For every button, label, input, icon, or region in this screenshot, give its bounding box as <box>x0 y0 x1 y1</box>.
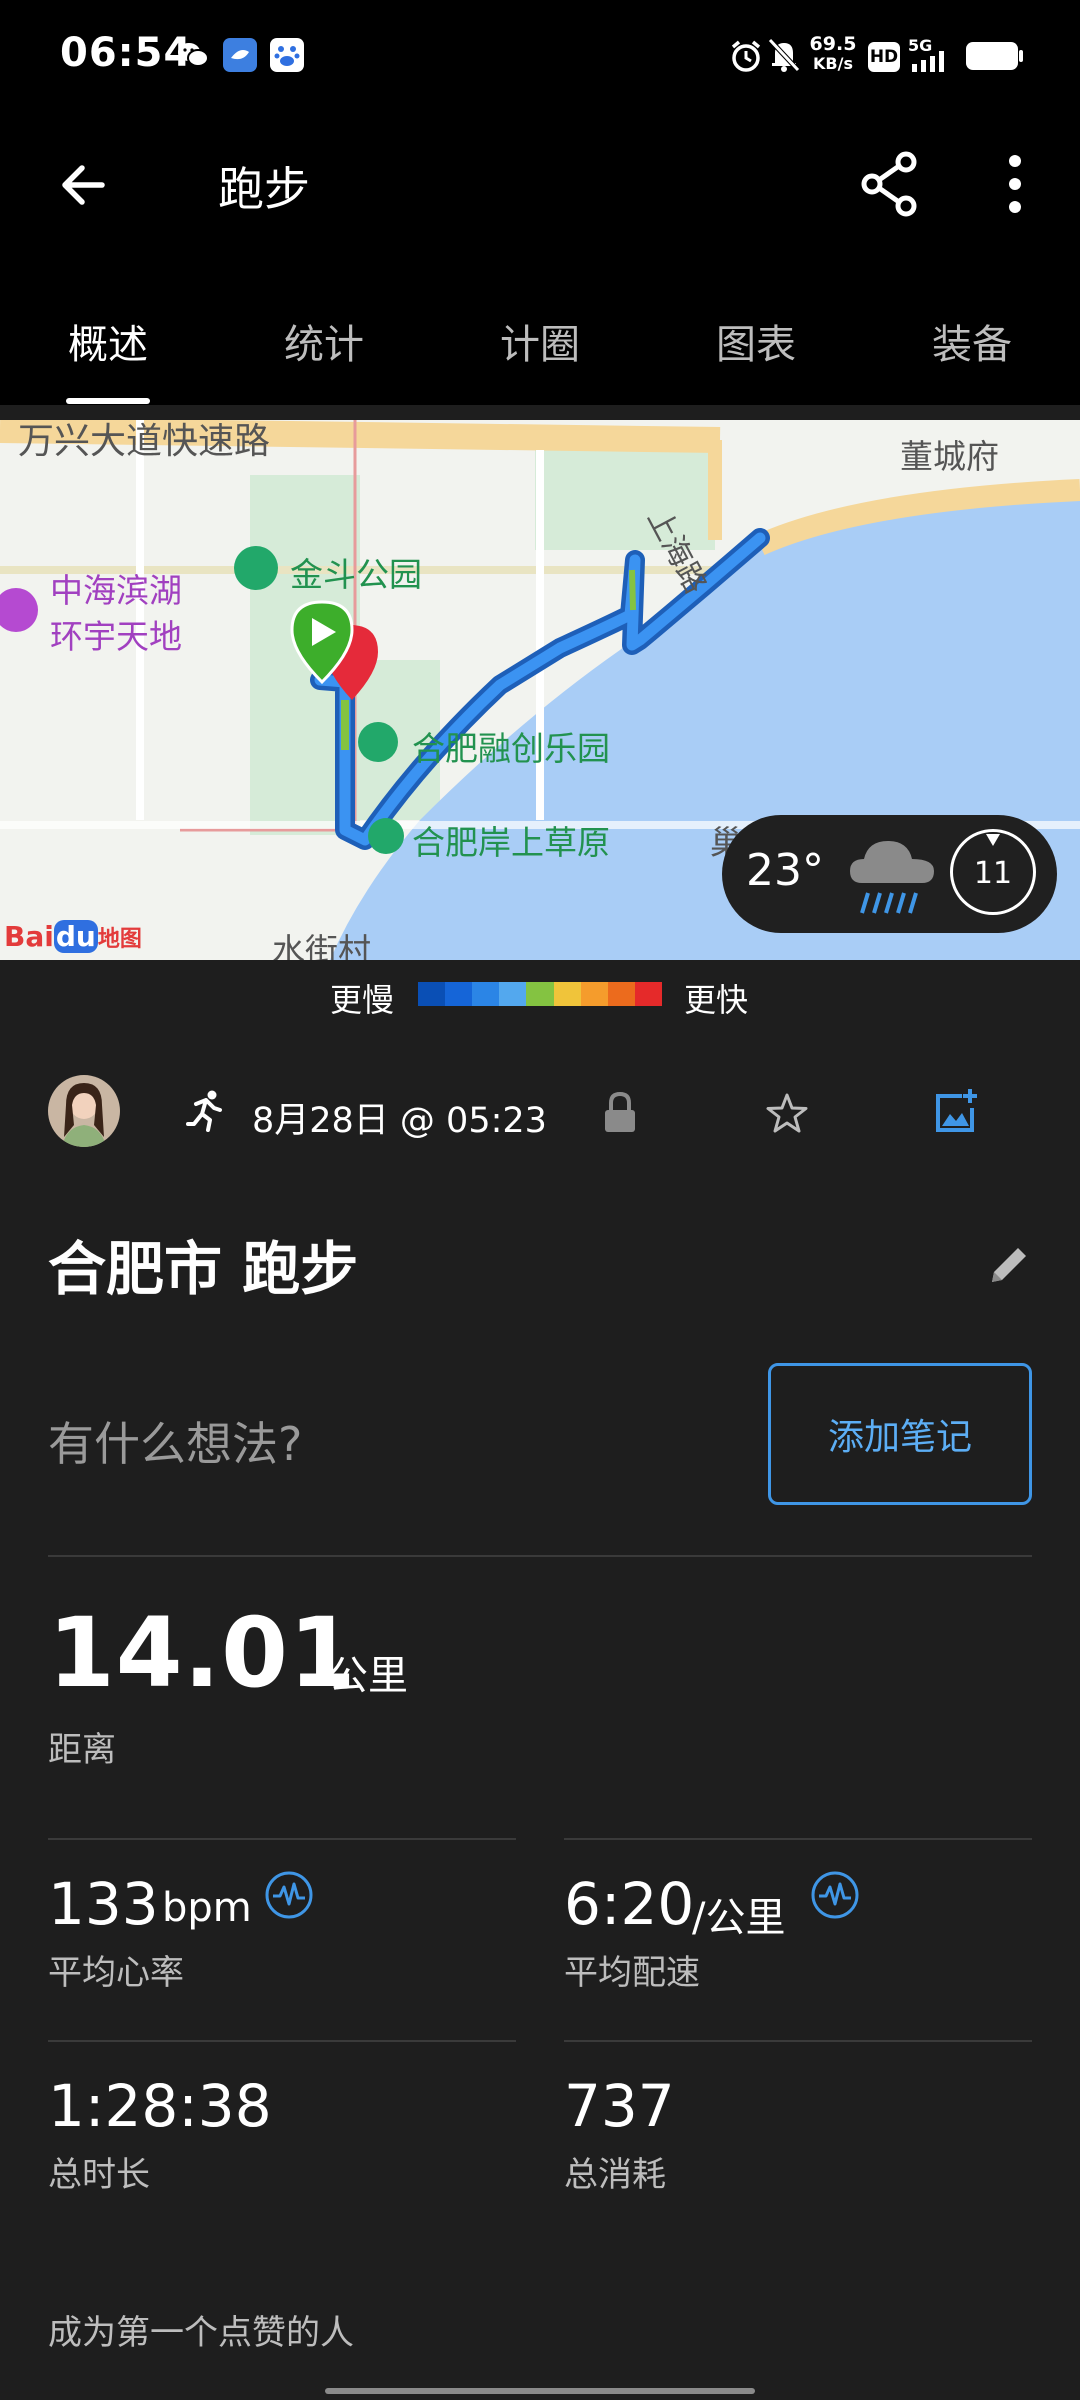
weather-badge: 23° 11 <box>722 815 1057 933</box>
logo-du: du <box>53 920 98 953</box>
battery-tip <box>1019 50 1023 62</box>
pace-legend-stop-6 <box>580 982 608 1006</box>
divider <box>48 1555 1032 1557</box>
tab-gear[interactable]: 装备 <box>892 312 1052 370</box>
pace-legend-bar <box>418 982 662 1006</box>
app-bar: 跑步 <box>0 115 1080 300</box>
tab-overview[interactable]: 概述 <box>28 312 188 370</box>
running-icon <box>184 1088 228 1132</box>
tab-charts[interactable]: 图表 <box>676 312 836 370</box>
pace-chart-icon[interactable] <box>810 1870 860 1920</box>
edit-pencil-icon[interactable] <box>986 1242 1032 1288</box>
distance-value: 14.01 <box>48 1597 357 1709</box>
tab-indicator <box>66 398 150 404</box>
map-label-district: 董城府 <box>900 437 999 476</box>
pace-legend-stop-0 <box>418 982 446 1006</box>
pace-legend-stop-8 <box>634 982 662 1006</box>
star-icon[interactable] <box>764 1090 810 1136</box>
status-bar: 06:54 69.5 KB/s HD 5G <box>0 0 1080 115</box>
map-label-road-top: 万兴大道快速路 <box>18 421 271 462</box>
wind-speed: 11 <box>973 856 1013 891</box>
heart-rate-unit: bpm <box>162 1885 252 1931</box>
likes-text[interactable]: 成为第一个点赞的人 <box>48 2305 354 2354</box>
map-label-amusement: 合肥融创乐园 <box>412 729 610 768</box>
tab-bar: 概述 统计 计圈 图表 装备 <box>0 290 1080 405</box>
distance-label: 距离 <box>48 1730 116 1770</box>
map-label-mall-line2: 环宇天地 <box>50 617 182 656</box>
pace-value: 6:20 <box>564 1870 695 1938</box>
net-speed-unit: KB/s <box>813 54 853 73</box>
signal-icon: 5G <box>908 36 958 76</box>
add-note-button[interactable]: 添加笔记 <box>768 1363 1032 1505</box>
add-photo-icon[interactable] <box>932 1086 982 1136</box>
net-speed: 69.5 KB/s <box>808 34 858 74</box>
more-vert-icon[interactable] <box>1000 149 1030 219</box>
tab-stats[interactable]: 统计 <box>244 312 404 370</box>
home-indicator[interactable] <box>325 2388 755 2394</box>
divider <box>564 2040 1032 2042</box>
pace-legend-stop-5 <box>553 982 581 1006</box>
status-time: 06:54 <box>60 30 193 76</box>
weather-temperature: 23° <box>746 845 824 896</box>
calories-label: 总消耗 <box>564 2155 666 2195</box>
tab-laps[interactable]: 计圈 <box>460 312 620 370</box>
legend-slow-label: 更慢 <box>330 981 395 1019</box>
pace-legend-stop-3 <box>499 982 527 1006</box>
battery-icon <box>966 42 1018 70</box>
hd-badge: HD <box>868 42 900 72</box>
rain-cloud-icon <box>842 825 942 925</box>
lock-icon[interactable] <box>600 1090 640 1136</box>
page-title: 跑步 <box>218 162 310 216</box>
pace-legend-stop-7 <box>607 982 635 1006</box>
pace-legend-stop-2 <box>472 982 500 1006</box>
duration-label: 总时长 <box>48 2155 150 2195</box>
heart-rate-value: 133 <box>48 1870 159 1938</box>
wind-indicator: 11 <box>950 829 1036 915</box>
net-speed-value: 69.5 <box>809 33 857 55</box>
mute-icon <box>766 36 802 74</box>
divider <box>564 1838 1032 1840</box>
activity-date: 8月28日 @ 05:23 <box>252 1101 547 1141</box>
pace-label: 平均配速 <box>564 1953 700 1993</box>
notes-prompt[interactable]: 有什么想法? <box>48 1408 302 1474</box>
calories-value: 737 <box>564 2072 675 2140</box>
map-label-grassland: 合肥岸上草原 <box>412 823 610 862</box>
distance-unit: 公里 <box>328 1653 408 1699</box>
divider <box>48 2040 516 2042</box>
share-icon[interactable] <box>858 149 922 219</box>
heart-rate-chart-icon[interactable] <box>264 1870 314 1920</box>
logo-bai: Bai <box>4 920 54 953</box>
duration-value: 1:28:38 <box>48 2072 272 2140</box>
alarm-icon <box>728 38 764 74</box>
pace-legend-stop-4 <box>526 982 554 1006</box>
avatar[interactable] <box>48 1075 120 1147</box>
logo-map: 地图 <box>97 927 142 952</box>
divider <box>48 1838 516 1840</box>
activity-title: 合肥市 跑步 <box>48 1235 359 1303</box>
legend-fast-label: 更快 <box>684 981 749 1019</box>
wechat-icon <box>176 38 210 72</box>
back-arrow-icon[interactable] <box>54 155 114 215</box>
map-label-park: 金斗公园 <box>290 555 422 594</box>
map-label-mall-line1: 中海滨湖 <box>50 571 182 610</box>
baidu-map-logo: Baidu地图 <box>4 920 142 953</box>
pace-legend-stop-1 <box>445 982 473 1006</box>
pace-unit: /公里 <box>692 1895 786 1941</box>
baidu-icon <box>270 38 304 72</box>
map-label-village: 水街村 <box>272 931 371 960</box>
app-icon <box>223 38 257 72</box>
heart-rate-label: 平均心率 <box>48 1953 184 1993</box>
